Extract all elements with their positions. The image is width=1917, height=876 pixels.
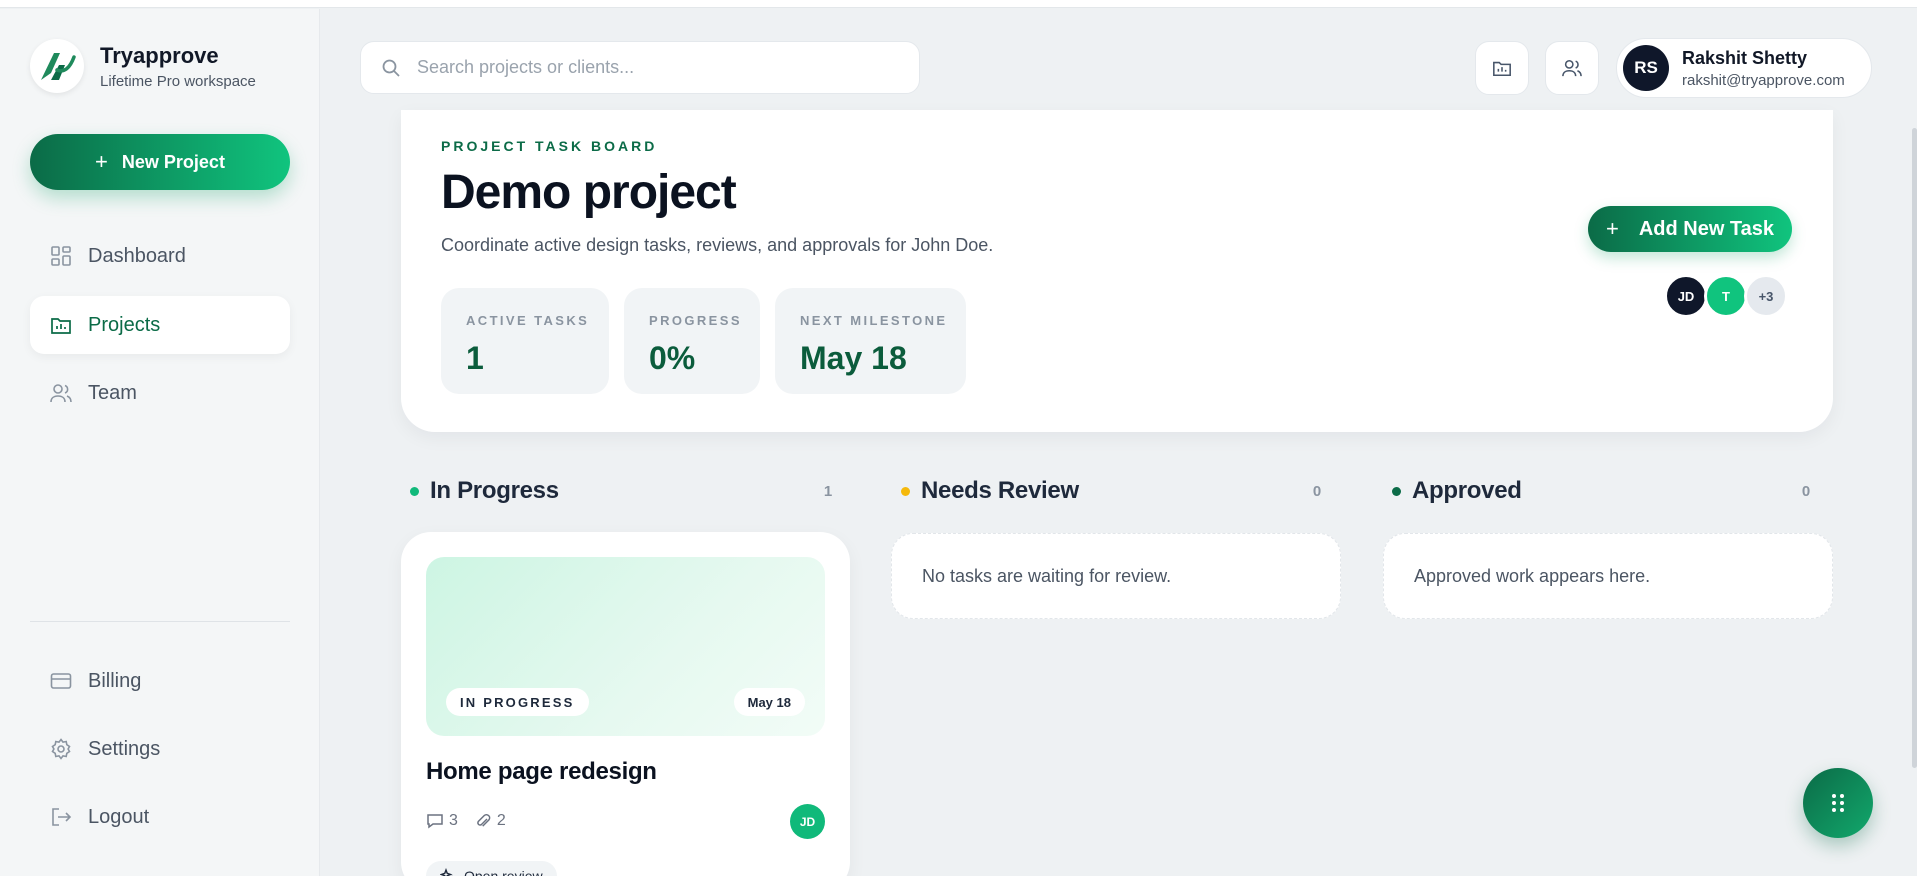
attachments-count-value: 2 <box>496 812 506 829</box>
search-icon <box>381 58 401 78</box>
brand-subtitle: Lifetime Pro workspace <box>100 72 256 90</box>
apps-fab-button[interactable] <box>1803 768 1873 838</box>
brand-logo-icon <box>30 39 84 93</box>
stat-value: 1 <box>466 340 484 376</box>
folder-icon <box>1493 61 1511 77</box>
page-description: Coordinate active design tasks, reviews,… <box>441 235 994 255</box>
task-card[interactable]: IN PROGRESS May 18 Home page redesign 3 … <box>401 532 850 876</box>
member-avatar[interactable]: T <box>1704 274 1748 318</box>
user-menu[interactable]: RS Rakshit Shetty rakshit@tryapprove.com <box>1616 38 1872 98</box>
sidebar-item-label: Billing <box>88 669 142 692</box>
team-icon <box>1562 59 1582 77</box>
top-edge <box>0 0 1917 8</box>
credit-card-icon <box>50 670 72 692</box>
new-project-label: New Project <box>121 151 225 172</box>
stat-value: 0% <box>649 340 696 376</box>
task-meta: 3 2 <box>426 812 522 830</box>
stat-progress: PROGRESS 0% <box>624 288 760 394</box>
add-task-label: Add New Task <box>1638 217 1775 240</box>
add-new-task-button[interactable]: + Add New Task <box>1588 206 1792 252</box>
sidebar-item-dashboard[interactable]: Dashboard <box>30 227 290 285</box>
user-email: rakshit@tryapprove.com <box>1682 71 1845 89</box>
stat-label: NEXT MILESTONE <box>800 313 948 328</box>
task-due-date: May 18 <box>733 688 805 716</box>
more-members-badge[interactable]: +3 <box>1744 274 1788 318</box>
page-eyebrow: PROJECT TASK BOARD <box>441 138 658 154</box>
task-assignee-avatar[interactable]: JD <box>790 804 825 839</box>
plus-icon: + <box>1605 216 1619 241</box>
sidebar-item-settings[interactable]: Settings <box>30 720 290 778</box>
team-icon <box>50 382 72 404</box>
new-project-button[interactable]: + New Project <box>30 134 290 190</box>
column-header-approved: Approved <box>1392 474 1522 508</box>
sidebar-item-billing[interactable]: Billing <box>30 652 290 710</box>
grip-dots-icon <box>1832 794 1844 812</box>
empty-state-needs-review: No tasks are waiting for review. <box>891 533 1341 619</box>
scrollbar[interactable] <box>1912 128 1917 768</box>
column-header-in-progress: In Progress <box>410 474 559 508</box>
user-name: Rakshit Shetty <box>1682 47 1808 68</box>
status-dot <box>410 486 419 496</box>
column-title: In Progress <box>430 477 559 504</box>
column-count: 0 <box>1801 482 1811 500</box>
brand[interactable]: Tryapprove Lifetime Pro workspace <box>30 39 256 93</box>
sparkle-icon <box>440 868 453 876</box>
sidebar-item-label: Logout <box>88 805 150 828</box>
stat-value: May 18 <box>800 340 907 376</box>
task-title: Home page redesign <box>426 758 657 785</box>
status-dot <box>1392 486 1401 496</box>
stat-label: ACTIVE TASKS <box>466 313 590 328</box>
user-avatar: RS <box>1623 45 1669 91</box>
sidebar-item-label: Team <box>88 381 137 404</box>
status-dot <box>901 486 910 496</box>
sidebar-divider <box>30 621 290 622</box>
comments-count-value: 3 <box>449 812 458 829</box>
empty-state-approved: Approved work appears here. <box>1383 533 1833 619</box>
folder-icon <box>50 314 72 336</box>
project-members[interactable]: JD T +3 <box>1664 274 1788 318</box>
stat-active-tasks: ACTIVE TASKS 1 <box>441 288 609 394</box>
team-shortcut-button[interactable] <box>1545 41 1599 95</box>
open-review-button[interactable]: Open review <box>426 861 557 876</box>
comments-count: 3 <box>426 812 458 830</box>
stat-next-milestone: NEXT MILESTONE May 18 <box>775 288 966 394</box>
projects-shortcut-button[interactable] <box>1475 41 1529 95</box>
column-title: Needs Review <box>921 477 1079 504</box>
brand-name: Tryapprove <box>100 42 219 68</box>
task-status-badge: IN PROGRESS <box>446 688 589 716</box>
sidebar: Tryapprove Lifetime Pro workspace + New … <box>0 9 320 876</box>
page-title: Demo project <box>441 166 737 219</box>
task-thumbnail: IN PROGRESS May 18 <box>426 557 825 736</box>
open-review-label: Open review <box>464 868 543 876</box>
logout-icon <box>50 806 72 828</box>
search-input[interactable] <box>417 57 897 78</box>
sidebar-item-logout[interactable]: Logout <box>30 788 290 846</box>
stat-label: PROGRESS <box>649 313 742 328</box>
sidebar-item-label: Settings <box>88 737 161 760</box>
column-title: Approved <box>1412 477 1522 504</box>
paperclip-icon <box>477 813 491 827</box>
sidebar-item-projects[interactable]: Projects <box>30 296 290 354</box>
dashboard-icon <box>50 245 72 267</box>
project-header-card: PROJECT TASK BOARD Demo project Coordina… <box>401 110 1833 432</box>
column-header-needs-review: Needs Review <box>901 474 1079 508</box>
sidebar-item-label: Projects <box>88 313 161 336</box>
search-bar[interactable] <box>360 41 920 94</box>
column-count: 1 <box>823 482 833 500</box>
member-avatar[interactable]: JD <box>1664 274 1708 318</box>
column-count: 0 <box>1312 482 1322 500</box>
gear-icon <box>50 738 72 760</box>
plus-icon: + <box>95 149 108 174</box>
sidebar-item-label: Dashboard <box>88 244 186 267</box>
sidebar-item-team[interactable]: Team <box>30 364 290 422</box>
comment-icon <box>427 814 443 829</box>
attachments-count: 2 <box>474 812 506 830</box>
